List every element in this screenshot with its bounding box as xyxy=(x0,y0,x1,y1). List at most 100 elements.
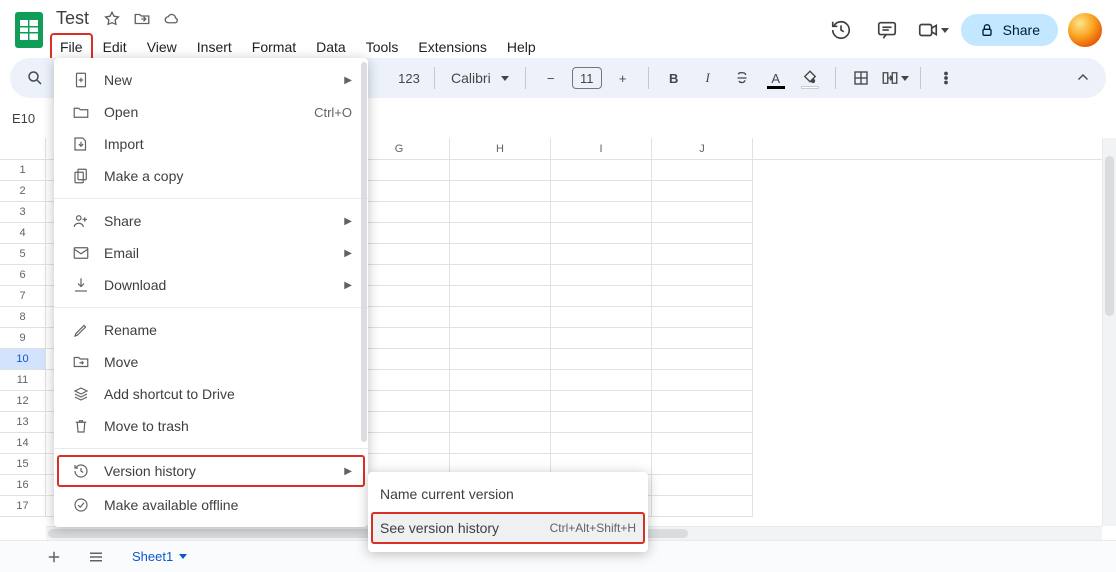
submenu-see-version-history[interactable]: See version historyCtrl+Alt+Shift+H xyxy=(371,512,645,544)
history-icon[interactable] xyxy=(823,12,859,48)
font-selector[interactable]: Calibri xyxy=(445,70,515,86)
row-header-1[interactable]: 1 xyxy=(0,160,46,181)
cell[interactable] xyxy=(450,244,551,265)
file-menu-import[interactable]: Import xyxy=(54,128,368,160)
row-header-5[interactable]: 5 xyxy=(0,244,46,265)
strikethrough-button[interactable] xyxy=(727,63,757,93)
cell[interactable] xyxy=(652,496,753,517)
cell[interactable] xyxy=(652,286,753,307)
merge-cells-button[interactable] xyxy=(880,63,910,93)
menu-extensions[interactable]: Extensions xyxy=(408,33,496,61)
menu-view[interactable]: View xyxy=(137,33,187,61)
italic-button[interactable]: I xyxy=(693,63,723,93)
cell[interactable] xyxy=(551,412,652,433)
text-color-button[interactable]: A xyxy=(761,63,791,93)
cell[interactable] xyxy=(551,391,652,412)
number-format-button[interactable]: 123 xyxy=(394,63,424,93)
cell[interactable] xyxy=(652,475,753,496)
menu-help[interactable]: Help xyxy=(497,33,546,61)
cell[interactable] xyxy=(551,181,652,202)
col-header-H[interactable]: H xyxy=(450,138,551,159)
row-header-3[interactable]: 3 xyxy=(0,202,46,223)
app-logo[interactable] xyxy=(10,6,48,48)
file-menu-move[interactable]: Move xyxy=(54,346,368,378)
cell[interactable] xyxy=(450,433,551,454)
comments-icon[interactable] xyxy=(869,12,905,48)
fill-color-button[interactable] xyxy=(795,63,825,93)
share-button[interactable]: Share xyxy=(961,14,1058,46)
cell[interactable] xyxy=(652,307,753,328)
avatar[interactable] xyxy=(1068,13,1102,47)
file-menu-make-available-offline[interactable]: Make available offline xyxy=(54,489,368,521)
cell[interactable] xyxy=(450,202,551,223)
file-menu-rename[interactable]: Rename xyxy=(54,314,368,346)
row-header-11[interactable]: 11 xyxy=(0,370,46,391)
meet-button[interactable] xyxy=(915,12,951,48)
cell[interactable] xyxy=(551,244,652,265)
cloud-status-icon[interactable] xyxy=(161,8,183,30)
cell[interactable] xyxy=(652,433,753,454)
cell[interactable] xyxy=(450,328,551,349)
menu-data[interactable]: Data xyxy=(306,33,356,61)
cell[interactable] xyxy=(450,286,551,307)
cell[interactable] xyxy=(551,286,652,307)
cell[interactable] xyxy=(652,454,753,475)
all-sheets-button[interactable] xyxy=(82,543,110,571)
star-icon[interactable] xyxy=(101,8,123,30)
row-header-17[interactable]: 17 xyxy=(0,496,46,517)
add-sheet-button[interactable] xyxy=(40,543,68,571)
sheet-tab-menu-icon[interactable] xyxy=(179,554,187,559)
cell[interactable] xyxy=(551,307,652,328)
collapse-toolbar-icon[interactable] xyxy=(1068,63,1098,93)
cell[interactable] xyxy=(652,328,753,349)
col-header-J[interactable]: J xyxy=(652,138,753,159)
file-menu-make-a-copy[interactable]: Make a copy xyxy=(54,160,368,192)
row-header-10[interactable]: 10 xyxy=(0,349,46,370)
cell[interactable] xyxy=(652,202,753,223)
select-all-corner[interactable] xyxy=(0,138,46,159)
cell[interactable] xyxy=(652,223,753,244)
move-folder-icon[interactable] xyxy=(131,8,153,30)
more-toolbar-icon[interactable] xyxy=(931,63,961,93)
row-header-12[interactable]: 12 xyxy=(0,391,46,412)
cell[interactable] xyxy=(652,265,753,286)
cell[interactable] xyxy=(450,265,551,286)
row-header-9[interactable]: 9 xyxy=(0,328,46,349)
cell[interactable] xyxy=(450,307,551,328)
file-menu-add-shortcut-to-drive[interactable]: Add shortcut to Drive xyxy=(54,378,368,410)
bold-button[interactable]: B xyxy=(659,63,689,93)
cell[interactable] xyxy=(450,412,551,433)
cell[interactable] xyxy=(551,349,652,370)
font-size-increase[interactable]: + xyxy=(608,63,638,93)
menu-file[interactable]: File xyxy=(50,33,93,61)
cell[interactable] xyxy=(450,349,551,370)
file-menu-download[interactable]: Download▶ xyxy=(54,269,368,301)
borders-button[interactable] xyxy=(846,63,876,93)
cell[interactable] xyxy=(652,391,753,412)
cell[interactable] xyxy=(450,223,551,244)
file-menu-move-to-trash[interactable]: Move to trash xyxy=(54,410,368,442)
file-menu-open[interactable]: OpenCtrl+O xyxy=(54,96,368,128)
row-header-2[interactable]: 2 xyxy=(0,181,46,202)
sheet-tab[interactable]: Sheet1 xyxy=(124,545,195,568)
cell[interactable] xyxy=(450,160,551,181)
row-header-8[interactable]: 8 xyxy=(0,307,46,328)
menu-edit[interactable]: Edit xyxy=(93,33,137,61)
cell[interactable] xyxy=(450,370,551,391)
cell[interactable] xyxy=(551,265,652,286)
cell[interactable] xyxy=(551,160,652,181)
submenu-name-current-version[interactable]: Name current version xyxy=(368,478,648,510)
row-header-4[interactable]: 4 xyxy=(0,223,46,244)
cell[interactable] xyxy=(551,328,652,349)
row-header-6[interactable]: 6 xyxy=(0,265,46,286)
file-menu-share[interactable]: Share▶ xyxy=(54,205,368,237)
file-menu-new[interactable]: New▶ xyxy=(54,64,368,96)
doc-title[interactable]: Test xyxy=(52,6,93,31)
vertical-scrollbar[interactable] xyxy=(1102,138,1116,526)
cell[interactable] xyxy=(652,244,753,265)
font-size-decrease[interactable]: − xyxy=(536,63,566,93)
cell[interactable] xyxy=(450,181,551,202)
cell[interactable] xyxy=(551,223,652,244)
cell[interactable] xyxy=(652,412,753,433)
row-header-13[interactable]: 13 xyxy=(0,412,46,433)
